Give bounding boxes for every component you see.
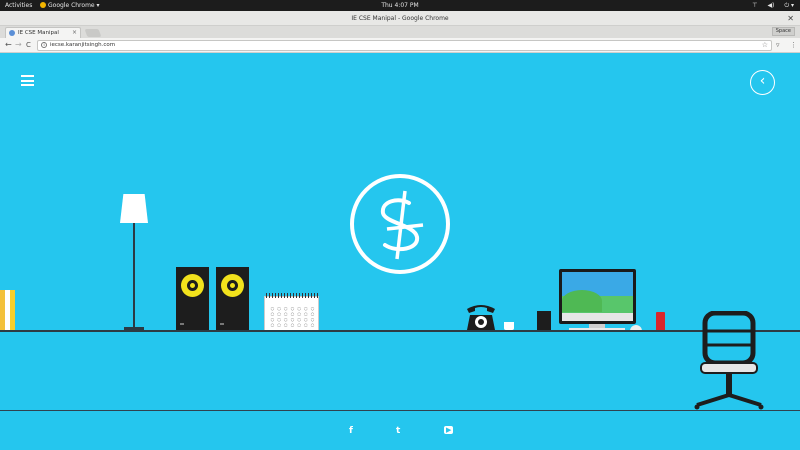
network-icon: ⊤ xyxy=(752,2,758,9)
back-circle-button[interactable]: ‹ xyxy=(750,70,775,95)
desk-calendar xyxy=(264,293,319,331)
back-button[interactable]: ← xyxy=(5,40,12,50)
new-tab-button[interactable] xyxy=(84,29,102,37)
youtube-icon[interactable]: ▶ xyxy=(444,426,454,434)
clock[interactable]: Thu 4:07 PM xyxy=(0,0,800,11)
reload-button[interactable]: C xyxy=(26,40,31,50)
info-icon[interactable]: i xyxy=(41,42,47,48)
soda-can xyxy=(656,312,665,331)
facebook-icon[interactable]: f xyxy=(349,426,353,436)
tab-label: IE CSE Manipal xyxy=(18,30,59,36)
volume-icon: ◀) xyxy=(767,2,775,9)
speaker-cone xyxy=(181,274,204,297)
floor-lamp-shade xyxy=(120,194,148,223)
power-icon: ⏻ ▾ xyxy=(784,2,794,9)
window-title: IE CSE Manipal - Google Chrome xyxy=(351,15,449,22)
speaker-cone xyxy=(221,274,244,297)
speaker-left xyxy=(176,267,209,331)
forward-button[interactable]: → xyxy=(15,40,22,50)
twitter-icon[interactable]: t xyxy=(396,426,400,436)
desk-shelf xyxy=(0,330,800,332)
system-top-bar: Activities Google Chrome ▾ Thu 4:07 PM ⊤… xyxy=(0,0,800,11)
browser-toolbar: ← → C i iecse.karanjitsingh.com ☆ ▿ ⋮ xyxy=(0,38,800,53)
address-bar[interactable]: i iecse.karanjitsingh.com ☆ xyxy=(37,40,772,51)
floor-line xyxy=(0,410,800,411)
profile-button[interactable]: Space xyxy=(771,27,795,36)
tab-iecse[interactable]: IE CSE Manipal × xyxy=(5,27,81,38)
hamburger-menu-icon[interactable] xyxy=(21,75,34,86)
telephone-icon xyxy=(467,305,495,330)
pen-holder xyxy=(537,311,551,331)
page-content: ‹ f t ▶ xyxy=(0,53,800,450)
url-text: iecse.karanjitsingh.com xyxy=(50,42,116,48)
desktop-monitor xyxy=(559,269,636,324)
window-titlebar: IE CSE Manipal - Google Chrome ✕ xyxy=(0,11,800,26)
window-close-button[interactable]: ✕ xyxy=(787,11,794,26)
office-chair xyxy=(694,311,764,410)
favicon-icon xyxy=(9,30,15,36)
book xyxy=(10,290,15,330)
system-tray[interactable]: ⊤ ◀) ⏻ ▾ xyxy=(744,0,794,11)
floor-lamp-pole xyxy=(133,223,135,329)
tab-strip: IE CSE Manipal × Space xyxy=(0,26,800,38)
bookmark-star-icon[interactable]: ☆ xyxy=(762,41,768,50)
pocket-icon[interactable]: ▿ xyxy=(776,40,780,50)
tab-close-icon[interactable]: × xyxy=(72,28,77,38)
iecse-logo xyxy=(350,174,450,274)
menu-icon[interactable]: ⋮ xyxy=(790,40,797,50)
speaker-right xyxy=(216,267,249,331)
coffee-mug xyxy=(504,322,514,330)
